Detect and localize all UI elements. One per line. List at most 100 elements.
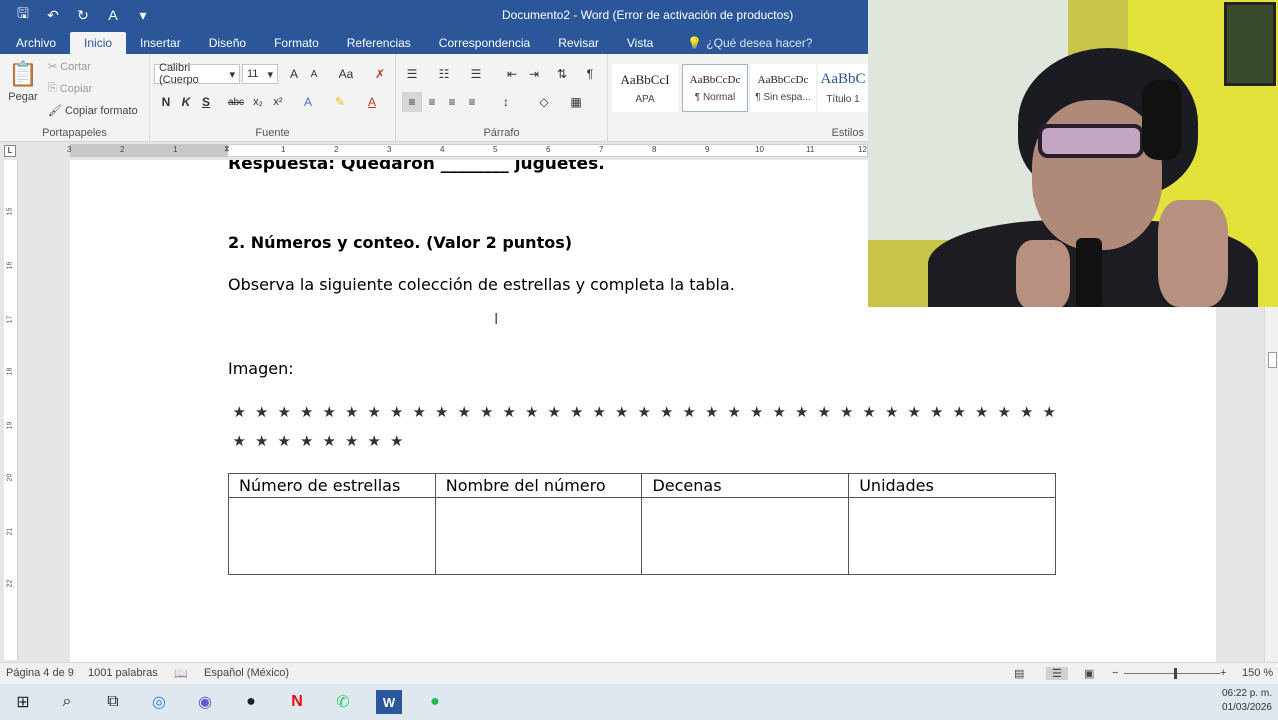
paste-button[interactable]: 📋 Pegar bbox=[8, 60, 38, 103]
zoom-in-icon[interactable]: + bbox=[1220, 667, 1226, 679]
table-cell[interactable] bbox=[848, 497, 1056, 575]
clock[interactable]: 06:22 p. m. 01/03/2026 bbox=[1222, 687, 1272, 715]
sort-icon[interactable]: ⇅ bbox=[552, 64, 572, 84]
netflix-icon[interactable]: N bbox=[284, 690, 310, 714]
word-icon[interactable]: W bbox=[376, 690, 402, 714]
tab-formato[interactable]: Formato bbox=[260, 32, 333, 54]
style-no-spacing[interactable]: AaBbCcDc ¶ Sin espa... bbox=[750, 64, 816, 112]
grow-font-icon[interactable]: A bbox=[284, 64, 304, 84]
star-glyph: ★ bbox=[367, 403, 381, 421]
table-header-cell[interactable]: Unidades bbox=[848, 473, 1056, 498]
text-cursor-icon: I bbox=[494, 311, 499, 328]
tab-correspondencia[interactable]: Correspondencia bbox=[425, 32, 544, 54]
undo-icon[interactable]: ↶ bbox=[40, 4, 66, 26]
windows-start-icon[interactable]: ⊞ bbox=[10, 690, 36, 714]
save-icon[interactable]: 🖫 bbox=[10, 4, 36, 26]
tab-insertar[interactable]: Insertar bbox=[126, 32, 195, 54]
table-header-cell[interactable]: Decenas bbox=[641, 473, 850, 498]
table-header-cell[interactable]: Número de estrellas bbox=[228, 473, 436, 498]
style-apa[interactable]: AaBbCcI APA bbox=[612, 64, 678, 112]
change-case-button[interactable]: Aa bbox=[332, 64, 360, 84]
tab-archivo[interactable]: Archivo bbox=[2, 32, 70, 54]
align-center-icon[interactable]: ≡ bbox=[422, 92, 442, 112]
obs-icon[interactable]: ● bbox=[238, 690, 264, 714]
subscript-button[interactable]: x₂ bbox=[248, 92, 268, 112]
table-header-cell[interactable]: Nombre del número bbox=[434, 473, 643, 498]
read-mode-icon[interactable]: ▤ bbox=[1014, 667, 1024, 680]
tab-selector-icon[interactable]: L bbox=[4, 145, 16, 157]
tab-referencias[interactable]: Referencias bbox=[333, 32, 425, 54]
tab-vista[interactable]: Vista bbox=[613, 32, 667, 54]
borders-icon[interactable]: ▦ bbox=[566, 92, 586, 112]
star-glyph: ★ bbox=[345, 403, 359, 421]
edge-browser-icon[interactable]: ◎ bbox=[146, 690, 172, 714]
cut-button[interactable]: ✂ Cortar bbox=[48, 60, 91, 74]
zoom-slider-thumb[interactable] bbox=[1174, 668, 1177, 679]
whatsapp-icon[interactable]: ✆ bbox=[330, 690, 356, 714]
star-glyph: ★ bbox=[682, 403, 696, 421]
style-normal[interactable]: AaBbCcDc ¶ Normal bbox=[682, 64, 748, 112]
chevron-down-icon: ▾ bbox=[229, 68, 235, 81]
word-count[interactable]: 1001 palabras bbox=[88, 667, 158, 679]
tab-revisar[interactable]: Revisar bbox=[544, 32, 613, 54]
font-family-select[interactable]: Calibri (Cuerpo ▾ bbox=[154, 62, 240, 86]
text-effects-icon[interactable]: A bbox=[298, 92, 318, 112]
table-cell[interactable] bbox=[641, 497, 850, 575]
clear-format-icon[interactable]: ✗ bbox=[370, 64, 390, 84]
italic-button[interactable]: K bbox=[176, 92, 196, 112]
star-glyph: ★ bbox=[345, 432, 359, 450]
strikethrough-button[interactable]: abc bbox=[226, 92, 246, 112]
table-cell[interactable] bbox=[434, 497, 643, 575]
pilcrow-icon[interactable]: ¶ bbox=[580, 64, 600, 84]
highlight-icon[interactable]: ✎ bbox=[330, 92, 350, 112]
bullets-icon[interactable]: ☰ bbox=[402, 64, 422, 84]
line-spacing-icon[interactable]: ↕ bbox=[496, 92, 516, 112]
justify-icon[interactable]: ≡ bbox=[462, 92, 482, 112]
bold-button[interactable]: N bbox=[156, 92, 176, 112]
underline-button[interactable]: S bbox=[196, 92, 216, 112]
align-right-icon[interactable]: ≡ bbox=[442, 92, 462, 112]
zoom-slider-track[interactable] bbox=[1124, 673, 1220, 674]
numbering-icon[interactable]: ☷ bbox=[434, 64, 454, 84]
search-icon[interactable]: ⌕ bbox=[54, 690, 80, 714]
spotify-icon[interactable]: ● bbox=[422, 690, 448, 714]
star-glyph: ★ bbox=[772, 403, 786, 421]
star-glyph: ★ bbox=[885, 403, 899, 421]
customize-qat-icon[interactable]: ▾ bbox=[130, 4, 156, 26]
task-view-icon[interactable]: ⧉ bbox=[100, 690, 126, 714]
zoom-level[interactable]: 150 % bbox=[1242, 667, 1273, 679]
style-heading1[interactable]: AaBbC Título 1 bbox=[818, 64, 868, 112]
font-size-select[interactable]: 11 ▾ bbox=[242, 64, 278, 84]
align-left-icon[interactable]: ≡ bbox=[402, 92, 422, 112]
zoom-out-icon[interactable]: − bbox=[1112, 667, 1118, 679]
proofing-icon[interactable]: 📖 bbox=[174, 667, 188, 680]
multilevel-list-icon[interactable]: ☰ bbox=[466, 64, 486, 84]
increase-indent-icon[interactable]: ⇥ bbox=[524, 64, 544, 84]
chat-app-icon[interactable]: ◉ bbox=[192, 690, 218, 714]
font-color-icon[interactable]: A bbox=[100, 4, 126, 26]
redo-icon[interactable]: ↻ bbox=[70, 4, 96, 26]
star-glyph: ★ bbox=[255, 432, 269, 450]
page-count[interactable]: Página 4 de 9 bbox=[6, 667, 74, 679]
chevron-down-icon: ▾ bbox=[267, 68, 273, 81]
copy-button[interactable]: ⎘ Copiar bbox=[48, 82, 92, 95]
tell-me-search[interactable]: 💡 ¿Qué desea hacer? bbox=[667, 32, 812, 54]
language-indicator[interactable]: Español (México) bbox=[204, 667, 289, 679]
shading-icon[interactable]: ◇ bbox=[534, 92, 554, 112]
tell-me-placeholder: ¿Qué desea hacer? bbox=[706, 36, 813, 50]
ruler-number: 3 bbox=[67, 145, 72, 154]
shrink-font-icon[interactable]: A bbox=[304, 64, 324, 84]
webcam-person-hand-right bbox=[1158, 200, 1228, 307]
format-painter-button[interactable]: 🖌 Copiar formato bbox=[48, 104, 138, 118]
decrease-indent-icon[interactable]: ⇤ bbox=[502, 64, 522, 84]
scrollbar-thumb[interactable] bbox=[1268, 352, 1277, 368]
vruler-number: 16 bbox=[6, 261, 14, 270]
indent-marker-icon[interactable]: ⧗ bbox=[224, 144, 230, 154]
tab-inicio[interactable]: Inicio bbox=[70, 32, 127, 54]
superscript-button[interactable]: x² bbox=[268, 92, 288, 112]
font-color-icon[interactable]: A bbox=[362, 92, 382, 112]
tab-diseno[interactable]: Diseño bbox=[195, 32, 260, 54]
print-layout-icon[interactable]: ☰ bbox=[1046, 667, 1068, 680]
table-cell[interactable] bbox=[228, 497, 436, 575]
web-layout-icon[interactable]: ▣ bbox=[1084, 667, 1094, 680]
